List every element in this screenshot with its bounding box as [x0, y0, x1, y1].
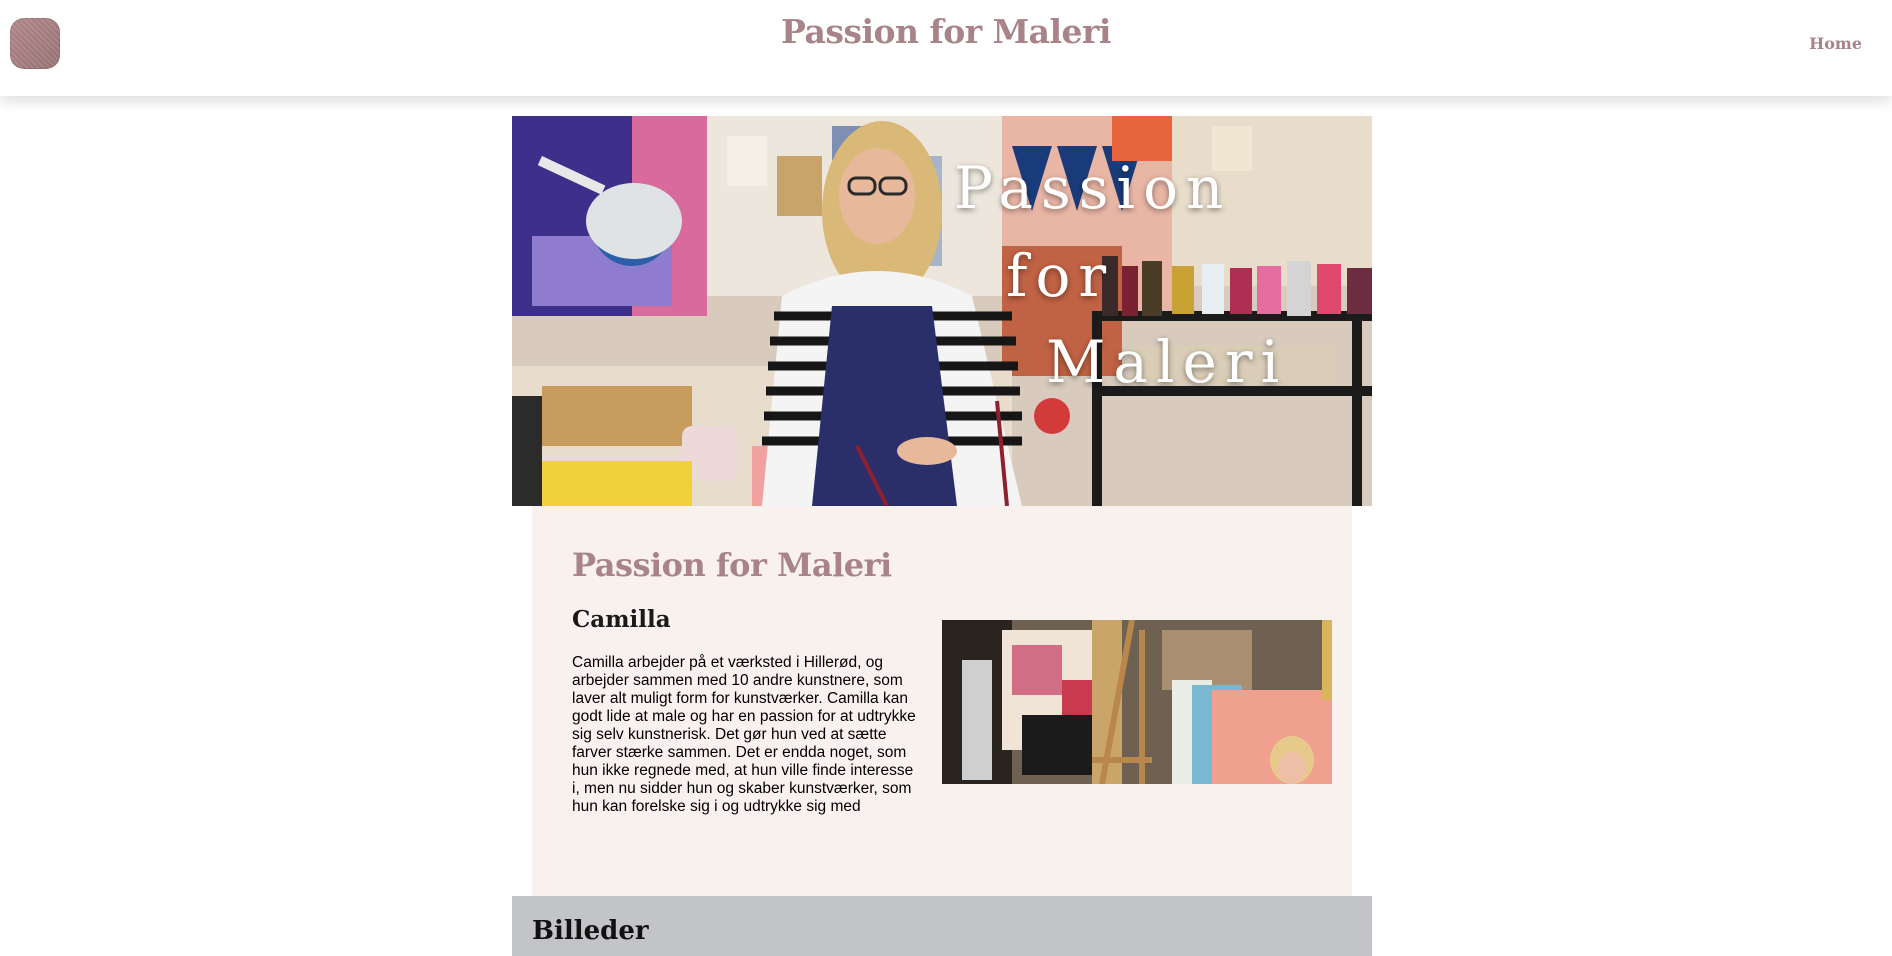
nav-home-link[interactable]: Home [1809, 34, 1862, 53]
gallery-section: Billeder [512, 896, 1372, 956]
about-section: Passion for Maleri Camilla Camilla arbej… [532, 506, 1352, 896]
studio-photo [942, 620, 1332, 784]
hero-title-line2: for [1006, 242, 1115, 310]
bio-text: Camilla arbejder på et værksted i Hiller… [572, 654, 916, 815]
about-heading: Passion for Maleri [572, 546, 892, 584]
site-title: Passion for Maleri [781, 12, 1111, 51]
hero-title-line3: Maleri [1046, 328, 1288, 396]
gallery-heading: Billeder [532, 916, 649, 946]
site-header: Passion for Maleri Home [0, 0, 1892, 96]
hero-title: Passion for Maleri [512, 116, 1372, 506]
person-name: Camilla [572, 606, 671, 633]
hero-banner: Passion for Maleri [512, 116, 1372, 506]
hero-title-line1: Passion [954, 154, 1232, 222]
